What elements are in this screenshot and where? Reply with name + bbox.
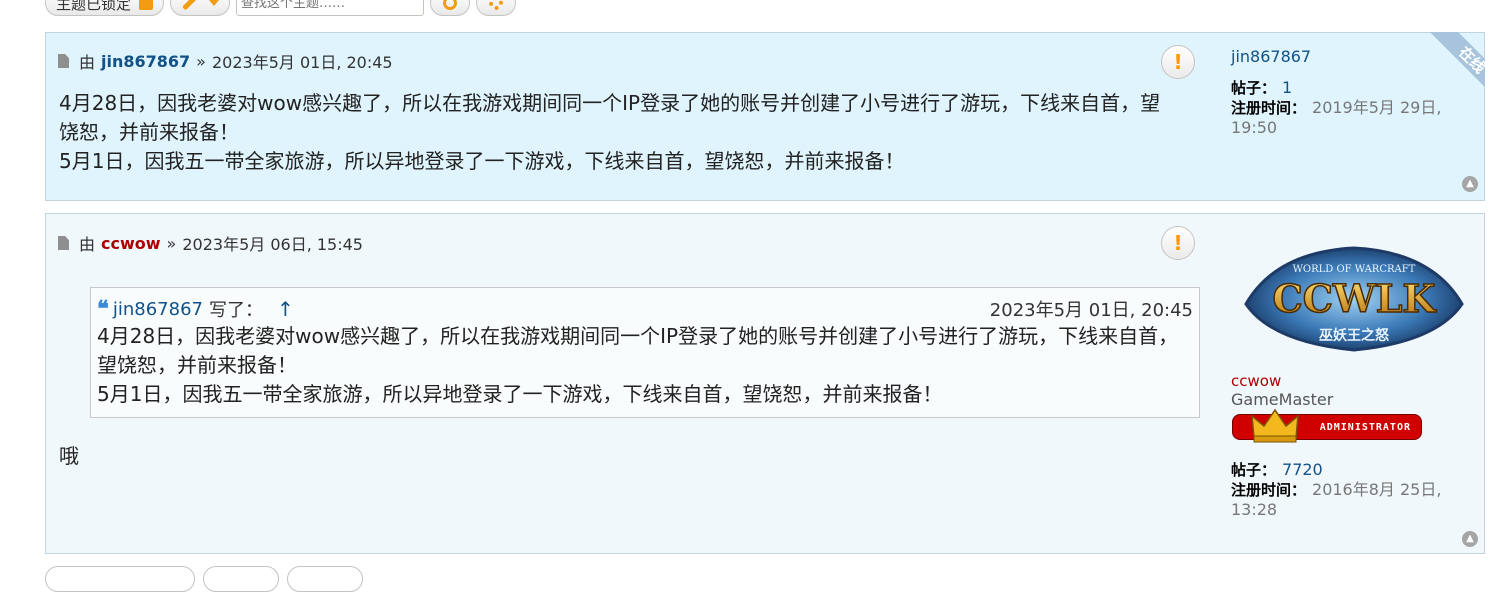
quote-source-link[interactable]: ↑ [277, 297, 294, 321]
chevron-down-icon [209, 0, 220, 6]
profile-username-link[interactable]: ccwow [1231, 372, 1333, 390]
avatar-top-text: WORLD OF WARCRAFT [1293, 264, 1416, 275]
report-button[interactable]: ! [1161, 45, 1195, 79]
online-ribbon: 在线 [1409, 32, 1485, 108]
post-header: 由 jin867867 » 2023年5月 01日, 20:45 [58, 49, 393, 73]
quote-line-2: 5月1日，因我五一带全家旅游，所以异地登录了一下游戏，下线来自首，望饶恕，并前来… [97, 382, 943, 406]
topic-tools-button[interactable] [170, 0, 231, 16]
profile-rank: GameMaster [1231, 390, 1334, 409]
topic-locked-button[interactable]: 主题已锁定 [45, 0, 165, 16]
quote-date: 2023年5月 01日, 20:45 [989, 300, 1193, 321]
avatar: WORLD OF WARCRAFT CCWLK 巫妖王之怒 [1244, 246, 1464, 352]
back-to-top-icon[interactable]: ▲ [1462, 531, 1478, 547]
post-line-1: 哦 [59, 444, 79, 468]
post-date: 2023年5月 01日, 20:45 [211, 53, 393, 72]
post-line-2: 5月1日，因我五一带全家旅游，所以异地登录了一下游戏，下线来自首，望饶恕，并前来… [59, 149, 905, 173]
lock-icon [139, 0, 154, 10]
quote-author-link[interactable]: jin867867 [113, 299, 203, 320]
author-profile: ccwow GameMaster [1231, 372, 1333, 409]
report-button[interactable]: ! [1161, 226, 1195, 260]
post-2: 由 ccwow » 2023年5月 06日, 15:45 ! ❝ jin8678… [45, 213, 1485, 554]
quote-icon: ❝ [97, 296, 109, 322]
posts-label: 帖子： [1231, 461, 1277, 479]
post-icon[interactable] [58, 236, 69, 250]
quote-line-1: 4月28日，因我老婆对wow感兴趣了，所以在我游戏期间同一个IP登录了她的账号并… [97, 324, 1179, 377]
posts-label: 帖子： [1231, 79, 1277, 97]
joined-label: 注册时间： [1231, 99, 1307, 117]
post-author-link[interactable]: ccwow [101, 234, 161, 253]
online-label: 在线 [1426, 32, 1485, 106]
avatar-logo-text: CCWLK [1273, 276, 1438, 321]
quote-content: 4月28日，因我老婆对wow感兴趣了，所以在我游戏期间同一个IP登录了她的账号并… [97, 322, 1193, 409]
topic-locked-label: 主题已锁定 [56, 0, 132, 13]
search-button[interactable] [430, 0, 471, 16]
topic-toolbar: 主题已锁定 [45, 0, 517, 16]
quote-wrote-label: 写了： [208, 300, 263, 321]
topic-search-input[interactable] [236, 0, 425, 16]
back-to-top-icon[interactable]: ▲ [1462, 176, 1478, 192]
badge-label: ADMINISTRATOR [1319, 422, 1411, 433]
advanced-search-button[interactable] [476, 0, 517, 16]
bottom-button-2[interactable] [203, 566, 279, 592]
profile-joined: 注册时间： 2016年8月 25日, 13:28 [1231, 480, 1471, 519]
report-icon: ! [1173, 231, 1183, 255]
posts-count-link[interactable]: 7720 [1282, 460, 1323, 479]
post-1: 由 jin867867 » 2023年5月 01日, 20:45 ! 4月28日… [45, 32, 1485, 201]
post-header: 由 ccwow » 2023年5月 06日, 15:45 [58, 231, 363, 255]
post-content: 4月28日，因我老婆对wow感兴趣了，所以在我游戏期间同一个IP登录了她的账号并… [59, 89, 1169, 176]
wrench-icon [181, 0, 197, 11]
joined-label: 注册时间： [1231, 481, 1307, 499]
by-label: 由 [79, 53, 96, 72]
bottom-toolbar [45, 566, 363, 592]
quote-header: ❝ jin867867 写了： ↑ 2023年5月 01日, 20:45 [97, 296, 1193, 322]
post-content: 哦 [59, 442, 79, 471]
post-author-link[interactable]: jin867867 [101, 52, 190, 71]
report-icon: ! [1173, 50, 1183, 74]
avatar-bottom-text: 巫妖王之怒 [1319, 327, 1390, 344]
post-icon[interactable] [58, 54, 69, 68]
by-label: 由 [79, 235, 96, 254]
author-stats: 帖子： 7720 注册时间： 2016年8月 25日, 13:28 [1231, 460, 1471, 519]
post-date: 2023年5月 06日, 15:45 [182, 235, 363, 254]
separator: » [196, 51, 206, 71]
bottom-button-3[interactable] [287, 566, 363, 592]
post-line-1: 4月28日，因我老婆对wow感兴趣了，所以在我游戏期间同一个IP登录了她的账号并… [59, 91, 1161, 144]
profile-posts: 帖子： 7720 [1231, 460, 1471, 480]
posts-count-link[interactable]: 1 [1282, 78, 1292, 97]
crown-icon [1251, 408, 1299, 443]
administrator-badge: ADMINISTRATOR [1232, 408, 1424, 444]
search-icon [443, 0, 458, 10]
separator: » [166, 233, 177, 253]
bottom-button-1[interactable] [45, 566, 195, 592]
gear-icon [489, 0, 504, 10]
quote-block: ❝ jin867867 写了： ↑ 2023年5月 01日, 20:45 4月2… [90, 287, 1200, 418]
